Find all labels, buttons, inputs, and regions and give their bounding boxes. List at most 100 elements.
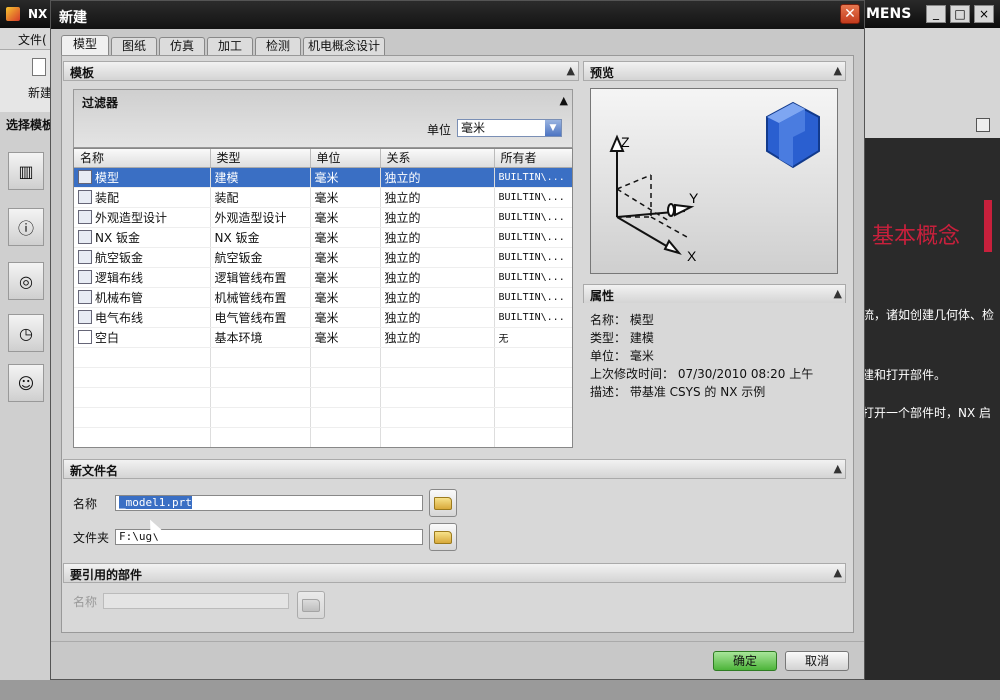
folder-open-icon [434, 496, 452, 510]
properties-section-title: 属性 [590, 289, 615, 303]
help-accent-bar [984, 200, 992, 252]
collapse-icon[interactable]: ▲ [834, 462, 842, 475]
folder-open-icon [302, 598, 320, 612]
properties-section-header[interactable]: 属性 ▲ [583, 284, 846, 304]
electrical-routing-template-icon [78, 309, 92, 324]
dialog-titlebar: 新建 ✕ [51, 1, 864, 29]
blank-template-icon [78, 329, 92, 344]
shape-studio-template-icon [78, 209, 92, 224]
table-row[interactable]: 模型 建模 毫米 独立的 BUILTIN\... [74, 167, 572, 188]
referenced-parts-section-title: 要引用的部件 [70, 568, 143, 582]
app-logo-text: NX [28, 7, 48, 21]
books-icon[interactable]: ▥ [8, 152, 44, 190]
tab-manufacturing[interactable]: 加工 [207, 37, 253, 55]
table-row-empty [74, 367, 572, 388]
new-filename-section-header[interactable]: 新文件名 ▲ [63, 459, 846, 479]
table-header-row: 名称 类型 单位 关系 所有者 [74, 149, 572, 168]
web-icon[interactable]: ◎ [8, 262, 44, 300]
collapse-icon[interactable]: ▲ [560, 94, 568, 107]
users-icon[interactable]: ☺ [8, 364, 44, 402]
filename-input[interactable]: _model1.prt [115, 495, 423, 511]
assembly-template-icon [78, 189, 92, 204]
collapse-icon[interactable]: ▲ [834, 64, 842, 77]
template-section-header[interactable]: 模板 ▲ [63, 61, 579, 81]
prop-unit: 单位： 毫米 [590, 349, 654, 363]
sheet-metal-template-icon [78, 229, 92, 244]
ok-button[interactable]: 确定 [713, 651, 777, 671]
template-select-label: 选择模板 [6, 118, 55, 132]
column-header-relation[interactable]: 关系 [380, 149, 495, 168]
column-header-type[interactable]: 类型 [210, 149, 311, 168]
ref-name-label: 名称 [73, 595, 98, 609]
table-row[interactable]: 装配 装配 毫米 独立的 BUILTIN\... [74, 187, 572, 208]
prop-name: 名称： 模型 [590, 313, 654, 327]
table-row-empty [74, 407, 572, 428]
template-section-title: 模板 [70, 66, 95, 80]
tab-drawing[interactable]: 图纸 [111, 37, 157, 55]
tab-inspection[interactable]: 检测 [255, 37, 301, 55]
browse-filename-button[interactable] [429, 489, 457, 517]
prop-modified: 上次修改时间： 07/30/2010 08:20 上午 [590, 367, 814, 381]
folder-label: 文件夹 [73, 531, 110, 545]
axis-label-x: X [687, 248, 697, 264]
dialog-title: 新建 [59, 10, 87, 26]
referenced-parts-section-header[interactable]: 要引用的部件 ▲ [63, 563, 846, 583]
ref-name-input [103, 593, 289, 609]
dialog-footer-divider [51, 641, 864, 642]
prop-description: 描述： 带基准 CSYS 的 NX 示例 [590, 385, 766, 399]
chevron-down-icon[interactable]: ▼ [545, 120, 561, 136]
column-header-unit[interactable]: 单位 [310, 149, 381, 168]
table-row[interactable]: NX 钣金 NX 钣金 毫米 独立的 BUILTIN\... [74, 227, 572, 248]
tab-mechatronics[interactable]: 机电概念设计 [303, 37, 385, 55]
csys-preview-image: Z Y X [609, 101, 820, 264]
app-statusbar [0, 680, 1000, 700]
cancel-button[interactable]: 取消 [785, 651, 849, 671]
axis-label-y: Y [689, 190, 699, 206]
table-row[interactable]: 外观造型设计 外观造型设计 毫米 独立的 BUILTIN\... [74, 207, 572, 228]
toolbar-new-button[interactable]: 新建 [28, 84, 52, 101]
minimize-button[interactable]: _ [926, 5, 946, 23]
window-close-button[interactable]: × [974, 5, 994, 23]
column-header-name[interactable]: 名称 [74, 149, 211, 168]
model-cube-icon [766, 101, 820, 169]
collapse-icon[interactable]: ▲ [834, 566, 842, 579]
dialog-close-icon[interactable]: ✕ [840, 4, 860, 24]
panel-restore-icon[interactable] [976, 118, 990, 132]
table-row-empty [74, 427, 572, 447]
preview-section-header[interactable]: 预览 ▲ [583, 61, 846, 81]
resource-bar: 选择模板 ▥ ⓘ ◎ ◷ ☺ [0, 112, 54, 700]
help-text-line-1: 流，诸如创建几何体、检 [862, 308, 995, 322]
properties-list: 名称： 模型 类型： 建模 单位： 毫米 上次修改时间： 07/30/2010 … [582, 303, 846, 407]
tab-model[interactable]: 模型 [61, 35, 109, 55]
table-row[interactable]: 航空钣金 航空钣金 毫米 独立的 BUILTIN\... [74, 247, 572, 268]
collapse-icon[interactable]: ▲ [567, 64, 575, 77]
table-row[interactable]: 空白 基本环境 毫米 独立的无 [74, 327, 572, 348]
table-row[interactable]: 电气布线 电气管线布置 毫米 独立的 BUILTIN\... [74, 307, 572, 328]
browse-folder-button[interactable] [429, 523, 457, 551]
axis-label-z: Z [621, 134, 630, 150]
table-row-empty [74, 387, 572, 408]
brand-text: MENS [866, 6, 912, 22]
column-header-owner[interactable]: 所有者 [494, 149, 572, 168]
collapse-icon[interactable]: ▲ [834, 287, 842, 300]
info-icon[interactable]: ⓘ [8, 208, 44, 246]
new-filename-section-title: 新文件名 [70, 464, 119, 478]
logical-routing-template-icon [78, 269, 92, 284]
help-text-line-3: 打开一个部件时，NX 启 [862, 406, 992, 420]
tab-simulation[interactable]: 仿真 [159, 37, 205, 55]
table-row[interactable]: 逻辑布线 逻辑管线布置 毫米 独立的 BUILTIN\... [74, 267, 572, 288]
unit-dropdown[interactable]: 毫米 ▼ [457, 119, 562, 137]
help-panel: 基本概念 流，诸如创建几何体、检 建和打开部件。 打开一个部件时，NX 启 [862, 28, 1000, 700]
folder-input[interactable]: F:\ug\ [115, 529, 423, 545]
help-heading: 基本概念 [872, 224, 961, 249]
clock-icon[interactable]: ◷ [8, 314, 44, 352]
template-table: 名称 类型 单位 关系 所有者 模型 建模 毫米 独立的 BUILTIN\... 装配装… [73, 148, 573, 448]
help-text-line-2: 建和打开部件。 [862, 368, 947, 382]
template-preview: Z Y X [590, 88, 838, 274]
table-row[interactable]: 机械布管 机械管线布置 毫米 独立的 BUILTIN\... [74, 287, 572, 308]
maximize-button[interactable]: □ [950, 5, 970, 23]
filename-label: 名称 [73, 497, 98, 511]
menu-file[interactable]: 文件( [18, 31, 47, 48]
aero-sheet-metal-template-icon [78, 249, 92, 264]
model-template-icon [78, 169, 92, 184]
